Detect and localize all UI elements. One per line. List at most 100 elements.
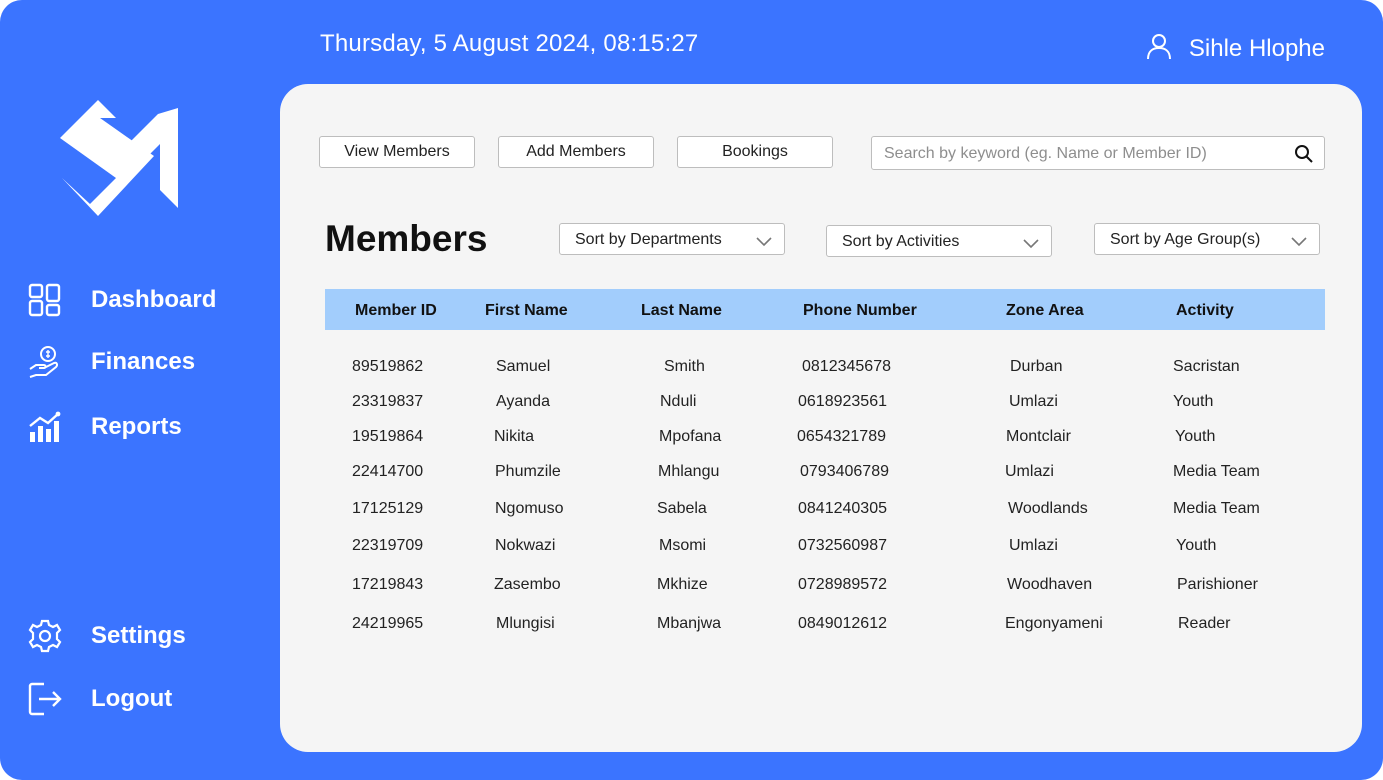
cell-zone-area: Durban	[1010, 358, 1063, 375]
cell-last-name: Smith	[664, 358, 705, 375]
select-value: Sort by Age Group(s)	[1110, 231, 1261, 248]
cell-member-id: 24219965	[352, 615, 424, 632]
table-row[interactable]: 19519864 Nikita Mpofana 0654321789 Montc…	[325, 428, 1325, 452]
cell-last-name: Msomi	[659, 537, 707, 554]
column-header-first-name: First Name	[485, 302, 568, 319]
cell-zone-area: Woodlands	[1008, 500, 1088, 517]
view-members-button[interactable]: View Members	[319, 136, 475, 168]
table-body: 89519862 Samuel Smith 0812345678 Durban …	[325, 330, 1325, 730]
cell-zone-area: Montclair	[1006, 428, 1071, 445]
dashboard-icon	[28, 283, 62, 317]
search-box	[871, 136, 1325, 170]
table-row[interactable]: 23319837 Ayanda Nduli 0618923561 Umlazi …	[325, 393, 1325, 417]
bar-chart-icon	[28, 410, 62, 444]
cell-last-name: Mkhize	[657, 576, 708, 593]
table-row[interactable]: 22319709 Nokwazi Msomi 0732560987 Umlazi…	[325, 537, 1325, 561]
column-header-last-name: Last Name	[641, 302, 722, 319]
sort-departments-select[interactable]: Sort by Departments	[559, 223, 785, 255]
cell-activity: Media Team	[1173, 500, 1260, 517]
cell-first-name: Zasembo	[494, 576, 561, 593]
sidebar-item-finances[interactable]: Finances	[28, 345, 195, 379]
table-row[interactable]: 17219843 Zasembo Mkhize 0728989572 Woodh…	[325, 576, 1325, 600]
table-row[interactable]: 22414700 Phumzile Mhlangu 0793406789 Uml…	[325, 463, 1325, 487]
cell-member-id: 22319709	[352, 537, 424, 554]
cell-phone-number: 0849012612	[798, 615, 887, 632]
cell-activity: Youth	[1175, 428, 1216, 445]
cell-phone-number: 0732560987	[798, 537, 887, 554]
table-row[interactable]: 17125129 Ngomuso Sabela 0841240305 Woodl…	[325, 500, 1325, 524]
cell-phone-number: 0812345678	[802, 358, 891, 375]
cell-last-name: Mbanjwa	[657, 615, 722, 632]
cell-member-id: 17125129	[352, 500, 424, 517]
brand-logo	[58, 98, 180, 220]
select-value: Sort by Activities	[842, 233, 960, 250]
sidebar-item-dashboard[interactable]: Dashboard	[28, 283, 216, 317]
cell-activity: Youth	[1173, 393, 1214, 410]
column-header-zone-area: Zone Area	[1006, 302, 1084, 319]
cell-phone-number: 0793406789	[800, 463, 889, 480]
hand-coin-icon	[28, 345, 62, 379]
gear-icon	[28, 619, 62, 653]
logout-icon	[28, 682, 62, 716]
cell-zone-area: Engonyameni	[1005, 615, 1103, 632]
cell-first-name: Nikita	[494, 428, 535, 445]
sort-age-groups-select[interactable]: Sort by Age Group(s)	[1094, 223, 1320, 255]
select-value: Sort by Departments	[575, 231, 722, 248]
chevron-down-icon	[756, 234, 772, 252]
cell-member-id: 19519864	[352, 428, 424, 445]
table-header: Member ID First Name Last Name Phone Num…	[325, 289, 1325, 330]
add-members-button[interactable]: Add Members	[498, 136, 654, 168]
cell-last-name: Mpofana	[659, 428, 722, 445]
cell-first-name: Mlungisi	[496, 615, 555, 632]
cell-member-id: 23319837	[352, 393, 424, 410]
cell-member-id: 22414700	[352, 463, 424, 480]
cell-phone-number: 0841240305	[798, 500, 887, 517]
page-title: Members	[325, 218, 488, 259]
cell-last-name: Nduli	[660, 393, 697, 410]
chevron-down-icon	[1291, 234, 1307, 252]
column-header-member-id: Member ID	[355, 302, 437, 319]
table-row[interactable]: 89519862 Samuel Smith 0812345678 Durban …	[325, 358, 1325, 382]
cell-activity: Sacristan	[1173, 358, 1240, 375]
cell-last-name: Sabela	[657, 500, 707, 517]
cell-activity: Parishioner	[1177, 576, 1258, 593]
cell-phone-number: 0618923561	[798, 393, 887, 410]
current-datetime: Thursday, 5 August 2024, 08:15:27	[320, 30, 699, 57]
sidebar-item-settings[interactable]: Settings	[28, 619, 186, 653]
sidebar-item-label: Reports	[91, 413, 182, 440]
cell-zone-area: Woodhaven	[1007, 576, 1093, 593]
cell-first-name: Samuel	[496, 358, 551, 375]
column-header-activity: Activity	[1176, 302, 1234, 319]
table-row[interactable]: 24219965 Mlungisi Mbanjwa 0849012612 Eng…	[325, 615, 1325, 639]
cell-first-name: Nokwazi	[495, 537, 556, 554]
user-icon	[1145, 32, 1173, 65]
cell-first-name: Ngomuso	[495, 500, 564, 517]
bookings-button[interactable]: Bookings	[677, 136, 833, 168]
chevron-down-icon	[1023, 236, 1039, 254]
app-frame: Thursday, 5 August 2024, 08:15:27 Sihle …	[0, 0, 1383, 780]
cell-zone-area: Umlazi	[1009, 393, 1058, 410]
cell-member-id: 17219843	[352, 576, 424, 593]
user-profile[interactable]: Sihle Hlophe	[1145, 32, 1325, 65]
search-input[interactable]	[882, 141, 1286, 167]
cell-activity: Media Team	[1173, 463, 1260, 480]
cell-phone-number: 0654321789	[797, 428, 886, 445]
sidebar-item-reports[interactable]: Reports	[28, 410, 182, 444]
cell-activity: Reader	[1178, 615, 1231, 632]
user-name: Sihle Hlophe	[1188, 34, 1325, 62]
cell-last-name: Mhlangu	[658, 463, 720, 480]
column-header-phone-number: Phone Number	[803, 302, 917, 319]
search-icon[interactable]	[1294, 144, 1314, 169]
sidebar-item-label: Dashboard	[91, 286, 217, 313]
cell-first-name: Phumzile	[495, 463, 561, 480]
sidebar-item-label: Logout	[91, 685, 173, 712]
cell-first-name: Ayanda	[496, 393, 550, 410]
sidebar-item-label: Finances	[91, 348, 196, 375]
sidebar-item-label: Settings	[91, 622, 186, 649]
sort-activities-select[interactable]: Sort by Activities	[826, 225, 1052, 257]
sidebar-item-logout[interactable]: Logout	[28, 682, 172, 716]
cell-member-id: 89519862	[352, 358, 424, 375]
main-panel: View Members Add Members Bookings Member…	[280, 84, 1362, 752]
cell-activity: Youth	[1176, 537, 1217, 554]
cell-zone-area: Umlazi	[1009, 537, 1058, 554]
